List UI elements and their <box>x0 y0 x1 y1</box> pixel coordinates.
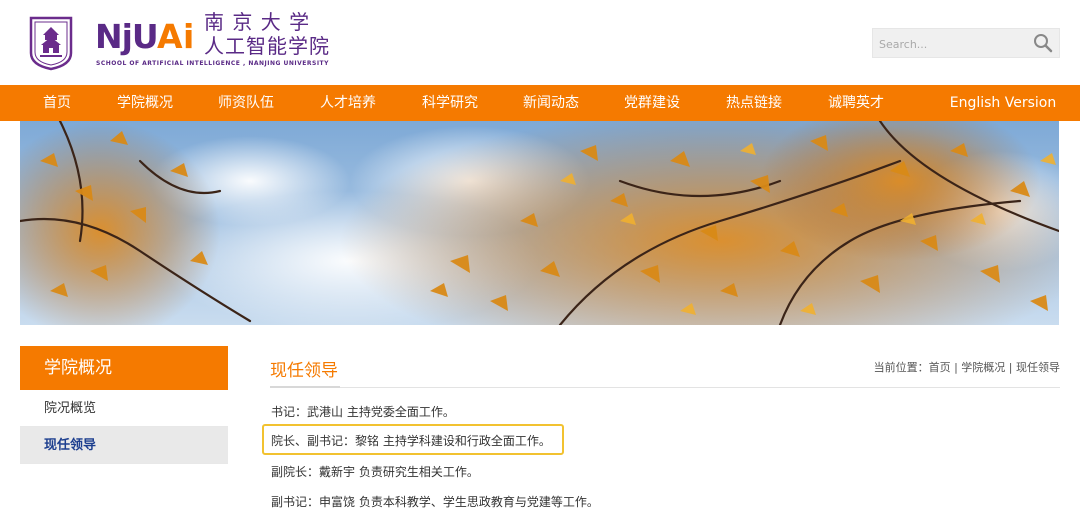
sidebar-item-overview[interactable]: 院况概览 <box>20 390 228 427</box>
breadcrumb-separator: | <box>1005 361 1016 374</box>
nav-item-english[interactable]: English Version <box>926 85 1080 121</box>
nav-item-about[interactable]: 学院概况 <box>114 85 176 121</box>
breadcrumb-current[interactable]: 现任领导 <box>1016 361 1060 374</box>
svg-text:A: A <box>157 17 183 56</box>
site-header: NjU A i 南 京 大 学 人工智能学院 School of Artific… <box>0 0 1080 85</box>
breadcrumb-separator: | <box>950 361 962 374</box>
breadcrumb-home[interactable]: 首页 <box>929 361 951 374</box>
nav-item-faculty[interactable]: 师资队伍 <box>176 85 316 121</box>
njuai-logo-mark[interactable]: NjU A i <box>95 10 203 58</box>
title-divider <box>270 387 1060 388</box>
search-icon[interactable] <box>1033 33 1053 53</box>
nav-item-research[interactable]: 科学研究 <box>380 85 520 121</box>
breadcrumb: 当前位置：首页 | 学院概况 | 现任领导 <box>874 359 1060 375</box>
logo-english-name: School of Artificial Intelligence , Nanj… <box>96 60 329 67</box>
title-underline <box>270 386 340 388</box>
main-navigation: 首页 学院概况 师资队伍 人才培养 科学研究 新闻动态 党群建设 热点链接 诚聘… <box>0 85 1080 121</box>
leader-entry: 副院长：戴新宇 负责研究生相关工作。 <box>271 465 479 479</box>
sidebar-title: 学院概况 <box>20 346 228 390</box>
nav-item-home[interactable]: 首页 <box>0 85 114 121</box>
leader-entry: 副书记：申富饶 负责本科教学、学生思政教育与党建等工作。 <box>271 495 599 509</box>
nav-item-party[interactable]: 党群建设 <box>582 85 722 121</box>
page-title: 现任领导 <box>270 361 338 381</box>
logo-cn-line1: 南 京 大 学 <box>204 10 311 34</box>
breadcrumb-prefix: 当前位置： <box>873 361 929 374</box>
search-input[interactable] <box>879 34 1029 54</box>
university-seal-logo[interactable] <box>28 15 74 71</box>
nav-item-jobs[interactable]: 诚聘英才 <box>786 85 926 121</box>
svg-text:NjU: NjU <box>95 17 158 56</box>
sidebar-item-current-leaders[interactable]: 现任领导 <box>20 427 228 464</box>
nav-item-links[interactable]: 热点链接 <box>722 85 786 121</box>
leader-entry: 书记：武港山 主持党委全面工作。 <box>271 405 455 419</box>
logo-chinese-name: 南 京 大 学 人工智能学院 <box>204 10 330 58</box>
highlight-annotation-box <box>262 424 564 455</box>
breadcrumb-section[interactable]: 学院概况 <box>961 361 1005 374</box>
svg-text:i: i <box>183 17 194 56</box>
search-box <box>872 28 1060 58</box>
logo-cn-line2: 人工智能学院 <box>204 34 330 58</box>
banner-ginkgo-image <box>20 121 1059 325</box>
nav-item-education[interactable]: 人才培养 <box>316 85 380 121</box>
nav-item-news[interactable]: 新闻动态 <box>520 85 582 121</box>
